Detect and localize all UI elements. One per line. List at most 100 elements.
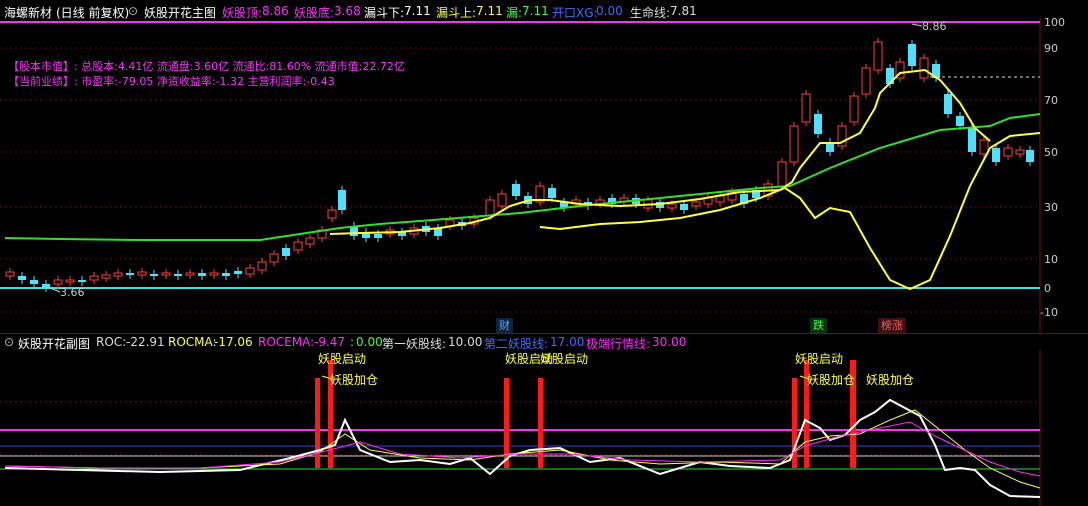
candle-body: [209, 272, 219, 276]
candle-body: [789, 125, 799, 163]
metric-value: 0.00: [356, 335, 383, 349]
metric-value: 3.68: [334, 4, 361, 18]
candle-body: [150, 274, 158, 276]
signal-label: 妖股加仓: [866, 373, 914, 387]
candle-body: [113, 272, 123, 277]
candle-body: [992, 148, 1000, 162]
metric-value: 17.00: [550, 335, 585, 349]
y-axis-label: 50: [1044, 146, 1058, 159]
candle-body: [814, 114, 822, 134]
candle-body: [873, 41, 883, 71]
y-axis-label: 10: [1044, 253, 1058, 266]
signal-label: 妖股启动: [540, 352, 588, 366]
candle-body: [137, 271, 147, 276]
metric-label: :: [350, 335, 355, 349]
y-axis-label: 0: [1044, 282, 1051, 295]
high-price-marker: 8.86: [922, 20, 947, 33]
metric-value: 8.86: [262, 4, 289, 18]
metric-value: -22.91: [126, 335, 165, 349]
signal-label: 妖股加仓: [807, 373, 855, 387]
low-price-marker: 3.66: [60, 286, 85, 299]
metric-value: -9.47: [314, 335, 346, 349]
candle-body: [65, 279, 75, 283]
metric-value: 0.00: [596, 4, 623, 18]
signal-label: 妖股启动: [795, 352, 843, 366]
candle-body: [185, 272, 195, 276]
metric-value: 7.11: [404, 4, 431, 18]
event-badge-finance[interactable]: 财: [496, 318, 513, 333]
metric-value: 30.00: [652, 335, 687, 349]
candle-body: [1026, 150, 1034, 162]
candle-body: [198, 273, 206, 276]
metric-value: 7.11: [522, 4, 549, 18]
signal-bars: [315, 360, 856, 468]
y-axis-label: 100: [1044, 18, 1065, 29]
candle-body: [801, 93, 811, 123]
candle-body: [305, 237, 315, 245]
sub-indicator-chart[interactable]: 妖股启动 妖股加仓 妖股启动 妖股启动 妖股启动 妖股加仓 妖股加仓: [0, 350, 1088, 506]
event-badge-list[interactable]: 榜涨: [878, 318, 906, 333]
metric-value: 7.11: [476, 4, 503, 18]
candle-body: [979, 139, 989, 155]
y-axis: 100 90 70 50 30 10 0 -10: [1040, 18, 1065, 319]
event-badge-drop[interactable]: 跌: [810, 318, 827, 333]
y-axis-label: 30: [1044, 201, 1058, 214]
candle-body: [956, 116, 964, 126]
candle-body: [53, 279, 63, 285]
candle-body: [861, 67, 871, 95]
sub-grid-lines: [0, 401, 1040, 456]
candle-body: [667, 203, 677, 209]
candle-body: [5, 271, 15, 277]
candle-body: [908, 44, 916, 66]
candle-body: [257, 261, 267, 271]
candle-body: [18, 276, 26, 280]
candle-body: [78, 280, 86, 282]
y-axis-label: -10: [1040, 306, 1058, 319]
life-line: [4, 113, 1041, 241]
candle-body: [89, 275, 99, 281]
candle-body: [777, 161, 787, 187]
candle-body: [968, 128, 976, 152]
candle-body: [1015, 149, 1025, 155]
y-axis-label: 90: [1044, 42, 1058, 55]
candle-body: [512, 184, 520, 196]
candle-body: [691, 201, 701, 207]
candle-body: [222, 273, 230, 276]
candle-body: [293, 241, 303, 251]
candle-body: [269, 253, 279, 263]
high-marker-pointer: [911, 23, 923, 27]
rocma-line: [4, 409, 1041, 489]
sub-indicator-toggle-icon[interactable]: ⊙: [4, 335, 14, 349]
signal-bar: [315, 378, 320, 468]
metric-value: 10.00: [448, 335, 483, 349]
main-price-chart[interactable]: 8.86 3.66 100 90 70 50 30 10 0 -10: [0, 18, 1088, 334]
candle-body: [1003, 147, 1013, 157]
signal-pointers: [321, 375, 813, 381]
y-axis-label: 70: [1044, 94, 1058, 107]
candlesticks: [5, 38, 1034, 292]
metric-label: ROC:: [96, 335, 127, 349]
candle-body: [30, 280, 38, 284]
signal-label: 妖股加仓: [330, 373, 378, 387]
sub-panel-header: ⊙ 妖股开花副图 ROC: -22.91 ROCMA: -17.06 ROCEM…: [0, 333, 1088, 351]
candle-body: [245, 267, 255, 275]
candle-body: [944, 94, 952, 114]
candle-body: [126, 273, 134, 275]
candle-body: [497, 193, 507, 207]
metric-value: -17.06: [214, 335, 253, 349]
candle-body: [680, 204, 688, 210]
metric-label: ROCMA:: [168, 335, 217, 349]
roc-line: [4, 398, 1041, 498]
candle-body: [327, 209, 337, 219]
candle-body: [234, 271, 242, 274]
candle-body: [42, 284, 50, 288]
signal-label: 妖股启动: [318, 352, 366, 366]
candle-body: [919, 57, 929, 79]
signal-labels: 妖股启动 妖股加仓 妖股启动 妖股启动 妖股启动 妖股加仓 妖股加仓: [318, 352, 914, 387]
candle-body: [174, 274, 182, 276]
metric-label: ROCEMA:: [258, 335, 315, 349]
candle-body: [548, 188, 556, 198]
candle-body: [374, 234, 382, 238]
indicator-toggle-icon[interactable]: ⊙: [128, 4, 138, 18]
candle-body: [161, 272, 171, 276]
